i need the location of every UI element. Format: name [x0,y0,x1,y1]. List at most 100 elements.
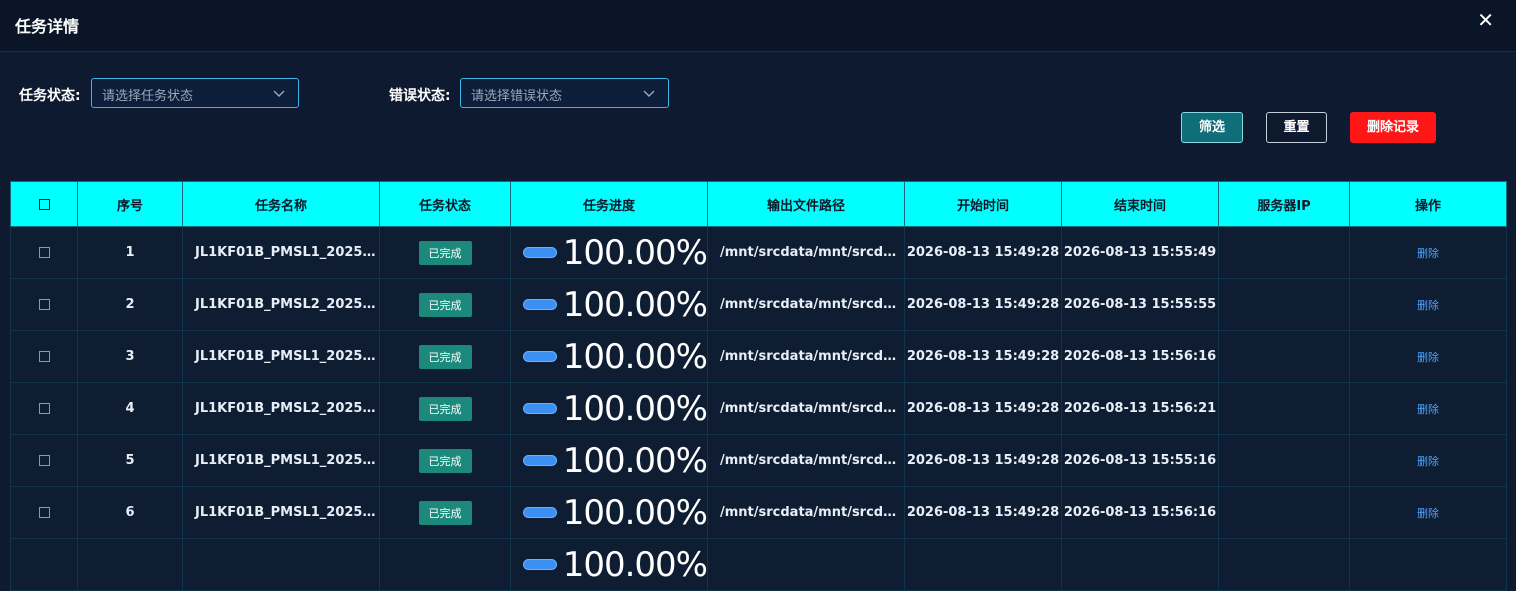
status-cell: 已完成 [379,382,511,435]
status-cell [379,538,511,591]
index-cell: 2 [77,278,183,331]
column-header: 任务进度 [510,181,708,227]
select-all-cell[interactable] [10,181,78,227]
filter-button[interactable]: 筛选 [1181,112,1243,143]
checkbox-icon[interactable] [38,507,50,518]
action-cell: 删除 [1349,434,1507,487]
checkbox-icon[interactable] [38,351,50,362]
progress-text: 100.00% [562,544,707,585]
status-cell: 已完成 [379,226,511,279]
select-cell[interactable] [10,226,78,279]
progress-bar [523,403,557,414]
error-status-placeholder: 请选择错误状态 [471,89,563,104]
progress-cell: 100.00% [510,434,708,487]
progress-cell: 100.00% [510,486,708,539]
delete-link[interactable]: 删除 [1417,247,1439,260]
column-header: 序号 [77,181,183,227]
delete-link[interactable]: 删除 [1417,507,1439,520]
progress-bar [523,455,557,466]
end-time-cell: 2026-08-13 15:55:16 [1061,434,1219,487]
server-ip-cell [1218,538,1350,591]
table-row: 1 JL1KF01B_PMSL1_2025… 已完成 100.00%/mnt/srcd… [10,226,1507,279]
close-icon[interactable]: ✕ [1477,10,1494,30]
index-cell: 3 [77,330,183,383]
select-cell[interactable] [10,278,78,331]
end-time-cell: 2026-08-13 15:55:55 [1061,278,1219,331]
checkbox-icon[interactable] [38,247,50,258]
status-cell: 已完成 [379,434,511,487]
progress-bar [523,299,557,310]
action-cell [1349,538,1507,591]
task-name-cell: JL1KF01B_PMSL1_2025… [182,330,380,383]
delete-records-button[interactable]: 删除记录 [1350,112,1436,143]
index-cell: 4 [77,382,183,435]
server-ip-cell [1218,434,1350,487]
delete-link[interactable]: 删除 [1417,351,1439,364]
status-badge: 已完成 [418,344,472,369]
select-cell[interactable] [10,382,78,435]
status-cell: 已完成 [379,278,511,331]
progress-bar [523,247,557,258]
end-time-cell: 2026-08-13 15:56:16 [1061,330,1219,383]
table-header-row: 序号 任务名称 任务状态 任务进度 输出文件路径 开始时间 结束时间 服务器IP… [10,181,1507,227]
delete-link[interactable]: 删除 [1417,455,1439,468]
index-cell [77,538,183,591]
output-path-cell: /mnt/srcdata/mnt/srcd… [707,434,905,487]
action-cell: 删除 [1349,382,1507,435]
progress-bar [523,351,557,362]
end-time-cell: 2026-08-13 15:56:21 [1061,382,1219,435]
index-cell: 1 [77,226,183,279]
progress-bar [523,559,557,570]
checkbox-icon[interactable] [38,299,50,310]
progress-text: 100.00% [562,336,707,377]
task-table: 序号 任务名称 任务状态 任务进度 输出文件路径 开始时间 结束时间 服务器IP… [10,181,1507,591]
select-cell[interactable] [10,486,78,539]
output-path-cell: /mnt/srcdata/mnt/srcd… [707,382,905,435]
error-status-select[interactable]: 请选择错误状态 [460,78,669,108]
checkbox-icon[interactable] [38,198,50,210]
start-time-cell [904,538,1062,591]
status-badge: 已完成 [418,292,472,317]
select-cell[interactable] [10,434,78,487]
column-header: 操作 [1349,181,1507,227]
server-ip-cell [1218,486,1350,539]
start-time-cell: 2026-08-13 15:49:28 [904,486,1062,539]
status-badge: 已完成 [418,396,472,421]
start-time-cell: 2026-08-13 15:49:28 [904,434,1062,487]
task-status-select[interactable]: 请选择任务状态 [91,78,299,108]
action-cell: 删除 [1349,226,1507,279]
progress-cell: 100.00% [510,538,708,591]
index-cell: 6 [77,486,183,539]
status-badge: 已完成 [418,448,472,473]
server-ip-cell [1218,226,1350,279]
column-header: 服务器IP [1218,181,1350,227]
dialog-title: 任务详情 [15,17,80,36]
progress-bar [523,507,557,518]
table-row: 3 JL1KF01B_PMSL1_2025… 已完成 100.00%/mnt/srcd… [10,330,1507,383]
reset-button[interactable]: 重置 [1266,112,1327,143]
select-cell[interactable] [10,330,78,383]
delete-link[interactable]: 删除 [1417,403,1439,416]
column-header: 输出文件路径 [707,181,905,227]
index-cell: 5 [77,434,183,487]
end-time-cell [1061,538,1219,591]
progress-text: 100.00% [562,284,707,325]
start-time-cell: 2026-08-13 15:49:28 [904,382,1062,435]
column-header: 任务状态 [379,181,511,227]
output-path-cell: /mnt/srcdata/mnt/srcd… [707,226,905,279]
table-row: 2 JL1KF01B_PMSL2_2025… 已完成 100.00%/mnt/srcd… [10,278,1507,331]
output-path-cell: /mnt/srcdata/mnt/srcd… [707,330,905,383]
delete-link[interactable]: 删除 [1417,299,1439,312]
checkbox-icon[interactable] [38,403,50,414]
progress-cell: 100.00% [510,226,708,279]
chevron-down-icon [642,84,656,106]
end-time-cell: 2026-08-13 15:55:49 [1061,226,1219,279]
action-cell: 删除 [1349,278,1507,331]
task-name-cell: JL1KF01B_PMSL1_2025… [182,486,380,539]
table-row: 4 JL1KF01B_PMSL2_2025… 已完成 100.00%/mnt/srcd… [10,382,1507,435]
output-path-cell: /mnt/srcdata/mnt/srcd… [707,486,905,539]
table-row: 6 JL1KF01B_PMSL1_2025… 已完成 100.00%/mnt/srcd… [10,486,1507,539]
table-row: 5 JL1KF01B_PMSL1_2025… 已完成 100.00%/mnt/srcd… [10,434,1507,487]
task-name-cell: JL1KF01B_PMSL1_2025… [182,434,380,487]
checkbox-icon[interactable] [38,455,50,466]
